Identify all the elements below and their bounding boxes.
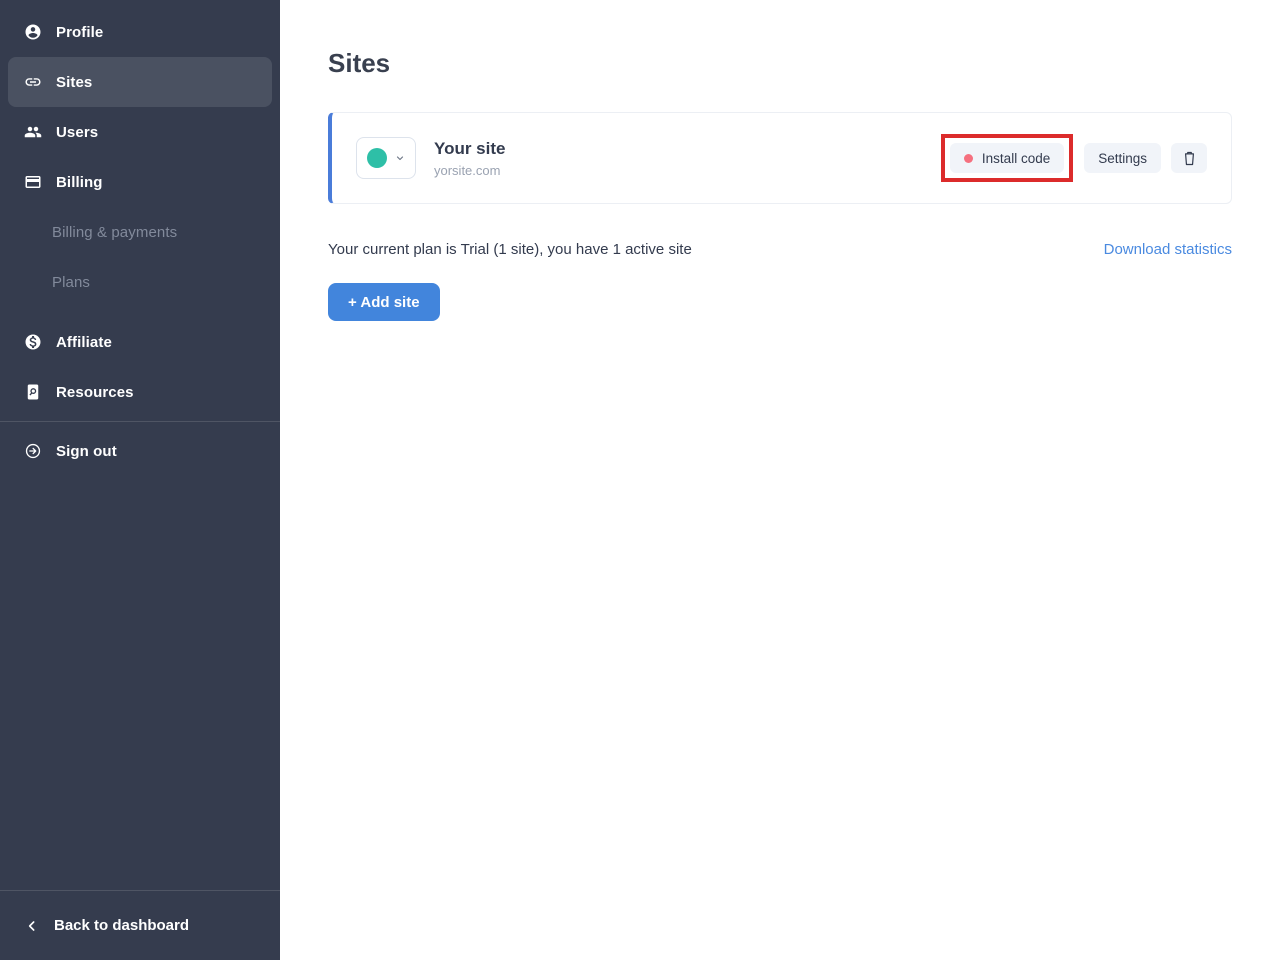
arrow-circle-right-icon <box>24 442 42 460</box>
plan-row: Your current plan is Trial (1 site), you… <box>328 241 1232 258</box>
sidebar-item-resources[interactable]: Resources <box>8 367 272 417</box>
sidebar-item-label: Users <box>56 124 98 141</box>
user-circle-icon <box>24 23 42 41</box>
sidebar-item-sites[interactable]: Sites <box>8 57 272 107</box>
plan-text: Your current plan is Trial (1 site), you… <box>328 241 692 258</box>
users-group-icon <box>24 123 42 141</box>
back-to-dashboard-label: Back to dashboard <box>54 917 189 934</box>
sidebar-item-billing-payments[interactable]: Billing & payments <box>8 207 272 257</box>
sidebar-item-profile[interactable]: Profile <box>8 7 272 57</box>
site-domain: yorsite.com <box>434 163 505 178</box>
sidebar-item-label: Billing <box>56 174 103 191</box>
site-status-dropdown[interactable] <box>356 137 416 179</box>
credit-card-icon <box>24 173 42 191</box>
doc-search-icon <box>24 383 42 401</box>
link-icon <box>24 73 42 91</box>
sidebar-item-label: Resources <box>56 384 134 401</box>
settings-label: Settings <box>1098 151 1147 166</box>
download-statistics-link[interactable]: Download statistics <box>1104 241 1232 258</box>
sidebar-item-label: Profile <box>56 24 103 41</box>
page-title: Sites <box>328 48 1232 79</box>
sidebar-item-label: Plans <box>52 274 90 291</box>
site-name: Your site <box>434 139 505 159</box>
install-code-button[interactable]: Install code <box>950 143 1064 173</box>
sidebar-item-billing[interactable]: Billing <box>8 157 272 207</box>
sidebar-nav: Profile Sites Users Billing Billing & paymen… <box>0 0 280 476</box>
delete-site-button[interactable] <box>1171 143 1207 173</box>
install-code-label: Install code <box>982 151 1050 166</box>
sidebar-item-affiliate[interactable]: Affiliate <box>8 317 272 367</box>
chevron-left-icon <box>24 918 40 934</box>
sidebar-item-label: Billing & payments <box>52 224 177 241</box>
add-site-button[interactable]: + Add site <box>328 283 440 321</box>
site-card-actions: Install code Settings <box>950 143 1207 173</box>
site-status-dot <box>367 148 387 168</box>
sidebar-item-label: Sign out <box>56 443 117 460</box>
sidebar-item-label: Sites <box>56 74 92 91</box>
sidebar-item-sign-out[interactable]: Sign out <box>8 426 272 476</box>
main-content: Sites Your site yorsite.com Install code… <box>280 0 1280 960</box>
sidebar-item-label: Affiliate <box>56 334 112 351</box>
install-code-dot-icon <box>964 154 973 163</box>
sidebar-item-plans[interactable]: Plans <box>8 257 272 307</box>
site-card: Your site yorsite.com Install code Setti… <box>328 112 1232 204</box>
chevron-down-icon <box>394 152 406 164</box>
trash-icon <box>1181 149 1198 168</box>
sidebar-divider <box>0 421 280 422</box>
dollar-circle-icon <box>24 333 42 351</box>
install-code-highlight: Install code <box>941 134 1073 182</box>
settings-button[interactable]: Settings <box>1084 143 1161 173</box>
sidebar: Profile Sites Users Billing Billing & paymen… <box>0 0 280 960</box>
back-to-dashboard-button[interactable]: Back to dashboard <box>0 890 280 960</box>
sidebar-item-users[interactable]: Users <box>8 107 272 157</box>
site-info: Your site yorsite.com <box>434 139 505 178</box>
